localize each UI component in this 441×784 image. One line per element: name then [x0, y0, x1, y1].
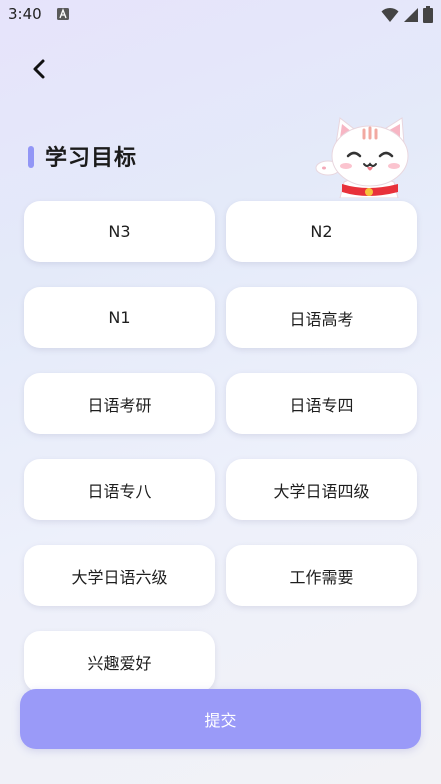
option-n3[interactable]: N3 [24, 201, 215, 262]
chevron-left-icon [33, 59, 45, 79]
status-bar: 3:40 [0, 0, 441, 30]
battery-icon [423, 6, 433, 23]
option-cjt6[interactable]: 大学日语六级 [24, 545, 215, 606]
text-a-icon [57, 8, 69, 20]
lucky-cat-mascot [315, 117, 409, 198]
submit-button[interactable]: 提交 [20, 689, 421, 749]
option-work[interactable]: 工作需要 [226, 545, 417, 606]
option-cjt4[interactable]: 大学日语四级 [226, 459, 417, 520]
back-button[interactable] [22, 52, 56, 86]
option-hobby[interactable]: 兴趣爱好 [24, 631, 215, 692]
option-tem4[interactable]: 日语专四 [226, 373, 417, 434]
signal-icon [404, 7, 418, 22]
option-tem8[interactable]: 日语专八 [24, 459, 215, 520]
status-time: 3:40 [8, 5, 42, 23]
option-n1[interactable]: N1 [24, 287, 215, 348]
page-title: 学习目标 [45, 146, 138, 171]
option-postgraduate[interactable]: 日语考研 [24, 373, 215, 434]
option-college-entrance[interactable]: 日语高考 [226, 287, 417, 348]
title-accent-bar [28, 146, 34, 168]
wifi-icon [381, 7, 399, 22]
option-n2[interactable]: N2 [226, 201, 417, 262]
